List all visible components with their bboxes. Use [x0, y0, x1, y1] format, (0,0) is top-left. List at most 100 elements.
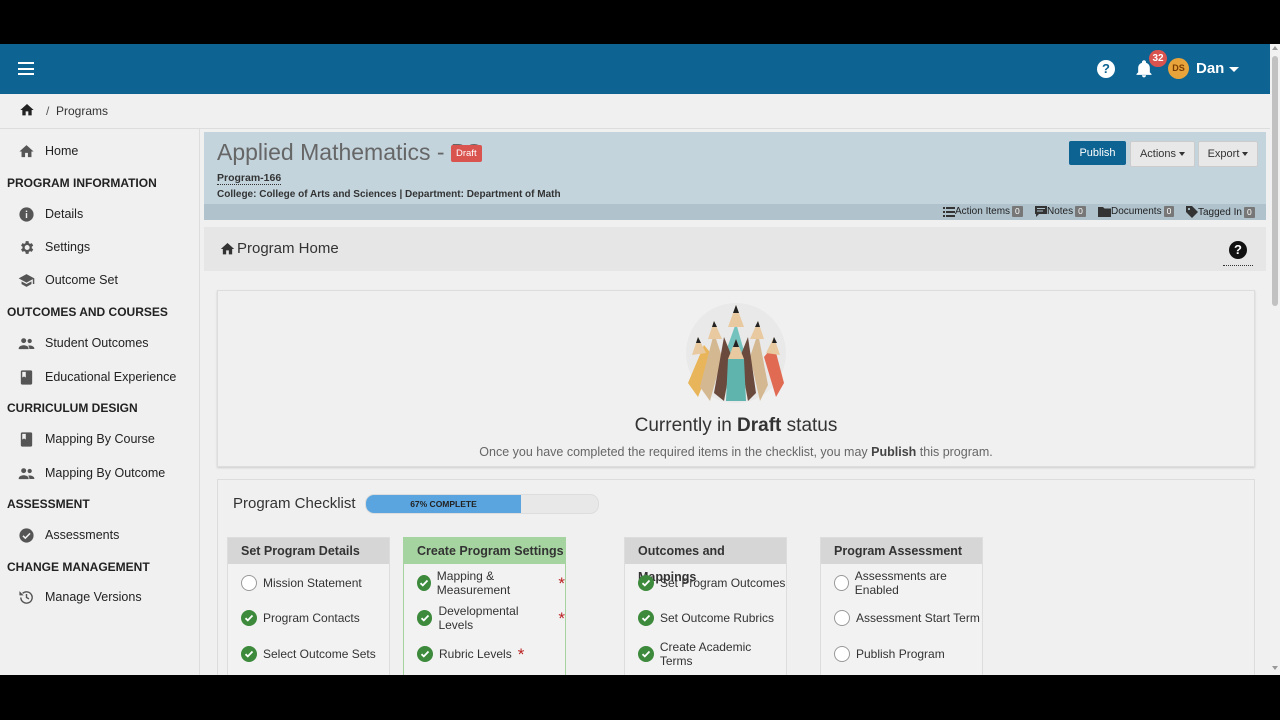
sidebar-item-student-outcomes[interactable]: Student Outcomes	[18, 333, 149, 353]
sidebar-item-label: Educational Experience	[45, 370, 177, 384]
checklist-task[interactable]: Set Program Outcomes	[638, 574, 785, 592]
avatar[interactable]: DS	[1168, 58, 1189, 79]
home-icon	[220, 243, 235, 255]
check-circle-icon	[241, 646, 257, 662]
empty-circle-icon	[834, 646, 850, 662]
user-menu-label[interactable]: Dan	[1196, 60, 1224, 77]
publish-button[interactable]: Publish	[1069, 141, 1126, 165]
checklist-task[interactable]: Publish Program	[834, 645, 945, 663]
draft-status-card: Currently in Draft status Once you have …	[217, 290, 1255, 467]
check-circle-icon	[638, 575, 654, 591]
checklist-task[interactable]: Set Outcome Rubrics	[638, 609, 774, 627]
sidebar-item-mapping-by-outcome[interactable]: Mapping By Outcome	[18, 463, 165, 483]
program-meta: College: College of Arts and Sciences | …	[217, 189, 561, 200]
page-title: Applied Mathematics - BS	[217, 139, 482, 165]
empty-circle-icon	[834, 610, 850, 626]
sidebar-section-title: CHANGE MANAGEMENT	[7, 560, 150, 574]
sidebar-item-label: Assessments	[45, 528, 120, 542]
sidebar-item-label: Mapping By Course	[45, 432, 155, 446]
checklist-task[interactable]: Developmental Levels *	[417, 604, 565, 632]
section-title: Program Home	[237, 240, 339, 257]
menu-icon[interactable]	[18, 62, 34, 75]
sidebar-item-label: Details	[45, 207, 84, 221]
actions-dropdown-button[interactable]: Actions	[1130, 141, 1195, 167]
export-dropdown-button[interactable]: Export	[1198, 141, 1258, 167]
checklist-task[interactable]: Mapping & Measurement *	[417, 569, 565, 597]
home-icon[interactable]	[18, 102, 36, 118]
notes-link[interactable]: Notes 0	[1035, 206, 1086, 217]
scroll-down-icon[interactable]	[1272, 666, 1278, 670]
tagged-in-link[interactable]: Tagged In 0	[1186, 206, 1255, 218]
checklist-task[interactable]: Assessments are Enabled	[834, 569, 982, 597]
sidebar-item-manage-versions[interactable]: Manage Versions	[18, 587, 142, 607]
documents-count: 0	[1163, 206, 1175, 217]
sidebar-item-educational-experience[interactable]: Educational Experience	[18, 367, 176, 387]
documents-link[interactable]: Documents 0	[1098, 206, 1175, 217]
sidebar-item-label: Home	[45, 144, 79, 158]
check-circle-icon	[241, 610, 257, 626]
tagged-in-label: Tagged In	[1198, 206, 1242, 218]
checklist-task-label: Assessments are Enabled	[854, 569, 947, 597]
chevron-down-icon[interactable]	[1229, 67, 1239, 72]
checklist-column-title: Set Program Details	[228, 538, 389, 564]
draft-text-prefix: Once you have completed the required ite…	[479, 445, 872, 459]
pencils-illustration-icon	[686, 303, 786, 403]
checklist-column: Create Program Settings Mapping & Measure…	[403, 537, 566, 675]
notes-label: Notes	[1047, 206, 1074, 217]
checklist-task[interactable]: Create Academic Terms	[638, 640, 786, 668]
sidebar-item-details[interactable]: Details	[18, 204, 83, 224]
checklist-task[interactable]: Rubric Levels *	[417, 645, 524, 663]
checklist-task-label: Select Outcome Sets	[263, 647, 376, 661]
app-window: ? 32 DS Dan / Programs Home PROGRAM INFO…	[0, 44, 1280, 675]
sidebar-item-home[interactable]: Home	[18, 141, 78, 161]
program-id-link[interactable]: Program-166	[217, 172, 282, 185]
checklist-task[interactable]: Select Outcome Sets	[241, 645, 376, 663]
program-home-bar: Program Home ?	[204, 227, 1266, 271]
documents-label: Documents	[1111, 206, 1162, 217]
help-icon[interactable]: ?	[1229, 241, 1247, 259]
people-icon	[18, 335, 35, 352]
comment-icon	[1035, 206, 1047, 217]
notes-count: 0	[1075, 206, 1086, 217]
sidebar-section-title: OUTCOMES AND COURSES	[7, 305, 168, 319]
checklist-column: Outcomes and Mappings Set Program Outcome…	[624, 537, 787, 675]
scroll-up-icon[interactable]	[1272, 46, 1278, 50]
export-label: Export	[1207, 148, 1240, 160]
graduation-cap-icon	[18, 272, 35, 289]
sidebar-item-label: Settings	[45, 240, 91, 254]
checklist-task-label: Set Outcome Rubrics	[660, 611, 775, 625]
checklist-task-label: Developmental Levels	[438, 604, 519, 632]
checklist-title: Program Checklist	[233, 495, 356, 512]
checklist-column-title: Create Program Settings	[404, 538, 565, 564]
program-checklist-card: Program Checklist 67% COMPLETE Set Progr…	[217, 479, 1255, 675]
status-badge: Draft	[451, 145, 482, 162]
required-asterisk-icon: *	[517, 644, 525, 664]
breadcrumb-programs[interactable]: Programs	[56, 104, 108, 118]
history-icon	[18, 589, 35, 606]
sidebar-item-assessments[interactable]: Assessments	[18, 525, 119, 545]
checklist-task[interactable]: Program Contacts	[241, 609, 360, 627]
empty-circle-icon	[241, 575, 257, 591]
checklist-task-label: Program Contacts	[263, 611, 360, 625]
required-asterisk-icon: *	[558, 573, 565, 593]
main-content: Applied Mathematics - BS Draft Program-1…	[204, 132, 1266, 675]
checklist-task[interactable]: Assessment Start Term	[834, 609, 980, 627]
sidebar-item-label: Student Outcomes	[45, 336, 149, 350]
sidebar-item-settings[interactable]: Settings	[18, 237, 90, 257]
sidebar-item-outcome-set[interactable]: Outcome Set	[18, 270, 118, 290]
help-icon[interactable]: ?	[1097, 60, 1115, 78]
sidebar-item-label: Manage Versions	[45, 590, 142, 604]
list-icon	[943, 206, 955, 217]
action-items-link[interactable]: Action Items 0	[943, 206, 1023, 217]
folder-icon	[1098, 206, 1111, 217]
checklist-task-label: Publish Program	[856, 647, 945, 661]
info-icon	[18, 206, 35, 223]
breadcrumb-separator: /	[46, 104, 50, 118]
checklist-task[interactable]: Mission Statement	[241, 574, 362, 592]
sidebar-item-mapping-by-course[interactable]: Mapping By Course	[18, 429, 155, 449]
scroll-thumb[interactable]	[1272, 56, 1278, 306]
tagged-in-count: 0	[1243, 206, 1255, 218]
notification-count-badge: 32	[1149, 50, 1167, 67]
checklist-task-label: Create Academic Terms	[659, 640, 752, 668]
page-scrollbar[interactable]	[1270, 44, 1280, 675]
